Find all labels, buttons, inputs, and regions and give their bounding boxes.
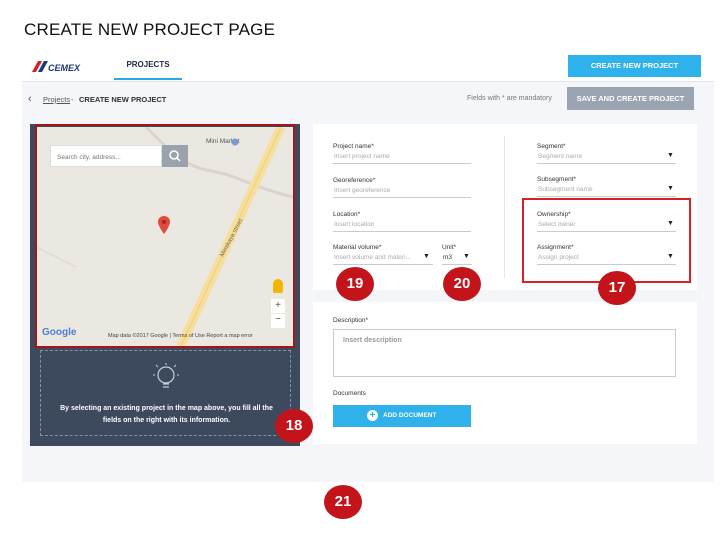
material-volume-input[interactable]: Insert volume and materi... (334, 254, 411, 261)
unit-underline (442, 264, 472, 265)
assignment-label: Assignment* (537, 244, 574, 251)
map[interactable]: Mini Market Minskaya street + − Google M… (36, 127, 293, 346)
save-and-create-button[interactable]: SAVE AND CREATE PROJECT (567, 87, 694, 110)
location-input[interactable]: Insert location (334, 221, 374, 228)
mandatory-note: Fields with * are mandatory (467, 95, 552, 102)
ownership-underline (537, 231, 676, 232)
breadcrumb-separator: - (71, 95, 74, 104)
unit-caret-icon[interactable]: ▼ (463, 253, 470, 260)
assignment-caret-icon[interactable]: ▼ (667, 253, 674, 260)
description-card: Description* Insert description Document… (313, 302, 697, 444)
location-label: Location* (333, 211, 361, 218)
georeference-underline (333, 197, 471, 198)
search-icon (169, 150, 181, 162)
map-hint-text: By selecting an existing project in the … (60, 405, 273, 424)
ownership-label: Ownership* (537, 211, 571, 218)
description-textarea[interactable]: Insert description (333, 329, 676, 377)
material-volume-caret-icon[interactable]: ▼ (423, 253, 430, 260)
georeference-label: Georeference* (333, 177, 376, 184)
ownership-caret-icon[interactable]: ▼ (667, 220, 674, 227)
breadcrumb: ‹ Projects - CREATE NEW PROJECT Fields w… (22, 83, 714, 115)
segment-underline (537, 163, 676, 164)
map-search-input[interactable] (51, 147, 151, 168)
plus-icon: + (367, 410, 378, 421)
lightbulb-icon (153, 363, 179, 388)
annotation-badge-21: 21 (324, 485, 362, 519)
street-view-pegman-icon[interactable] (273, 279, 283, 293)
subsegment-caret-icon[interactable]: ▼ (667, 185, 674, 192)
map-search-button[interactable] (162, 145, 188, 167)
zoom-in-button[interactable]: + (271, 299, 285, 313)
logo-text: CEMEX (48, 63, 81, 73)
project-name-label: Project name* (333, 143, 374, 150)
location-underline (333, 231, 471, 232)
assignment-select[interactable]: Assign project (538, 254, 579, 261)
segment-select[interactable]: Segment name (538, 153, 582, 160)
page-title: CREATE NEW PROJECT PAGE (24, 20, 276, 39)
back-chevron-icon[interactable]: ‹ (28, 93, 32, 105)
create-new-project-button[interactable]: CREATE NEW PROJECT (568, 55, 701, 77)
annotation-badge-18: 18 (275, 409, 313, 443)
cemex-logo[interactable]: CEMEX (30, 58, 90, 74)
georeference-input[interactable]: Insert georeference (334, 187, 390, 194)
ownership-select[interactable]: Select owner (538, 221, 576, 228)
add-document-button[interactable]: + ADD DOCUMENT (333, 405, 471, 427)
unit-select[interactable]: m3 (443, 254, 452, 261)
annotation-badge-20: 20 (443, 267, 481, 301)
google-logo: Google (42, 327, 77, 338)
tab-projects[interactable]: PROJECTS (114, 50, 182, 80)
unit-label: Unit* (442, 244, 457, 251)
segment-label: Segment* (537, 143, 566, 150)
description-label: Description* (333, 317, 369, 324)
zoom-out-button[interactable]: − (271, 314, 285, 328)
annotation-badge-19: 19 (336, 267, 374, 301)
project-name-input[interactable]: Insert project name (334, 153, 390, 160)
segment-caret-icon[interactable]: ▼ (667, 152, 674, 159)
project-name-underline (333, 163, 471, 164)
project-form-card: Project name* Insert project name Georef… (313, 124, 697, 290)
annotation-badge-17: 17 (598, 271, 636, 305)
add-document-label: ADD DOCUMENT (383, 412, 437, 419)
subsegment-label: Subsegment* (537, 176, 577, 183)
subsegment-underline (537, 196, 676, 197)
poi-icon (231, 138, 239, 146)
bottom-area (0, 484, 720, 540)
column-divider (504, 136, 505, 278)
material-volume-label: Material volume* (333, 244, 382, 251)
documents-label: Documents (333, 390, 366, 397)
subsegment-select[interactable]: Subsegment name (538, 186, 593, 193)
map-selection-hint: By selecting an existing project in the … (40, 350, 291, 436)
map-attribution[interactable]: Map data ©2017 Google | Terms of Use Rep… (108, 333, 253, 339)
material-volume-underline (333, 264, 433, 265)
breadcrumb-projects-link[interactable]: Projects (43, 95, 70, 104)
assignment-underline (537, 264, 676, 265)
top-bar: CEMEX PROJECTS CREATE NEW PROJECT (22, 50, 714, 82)
map-pin-icon (158, 216, 170, 234)
map-search-field[interactable] (50, 145, 162, 168)
breadcrumb-current: CREATE NEW PROJECT (79, 95, 167, 104)
